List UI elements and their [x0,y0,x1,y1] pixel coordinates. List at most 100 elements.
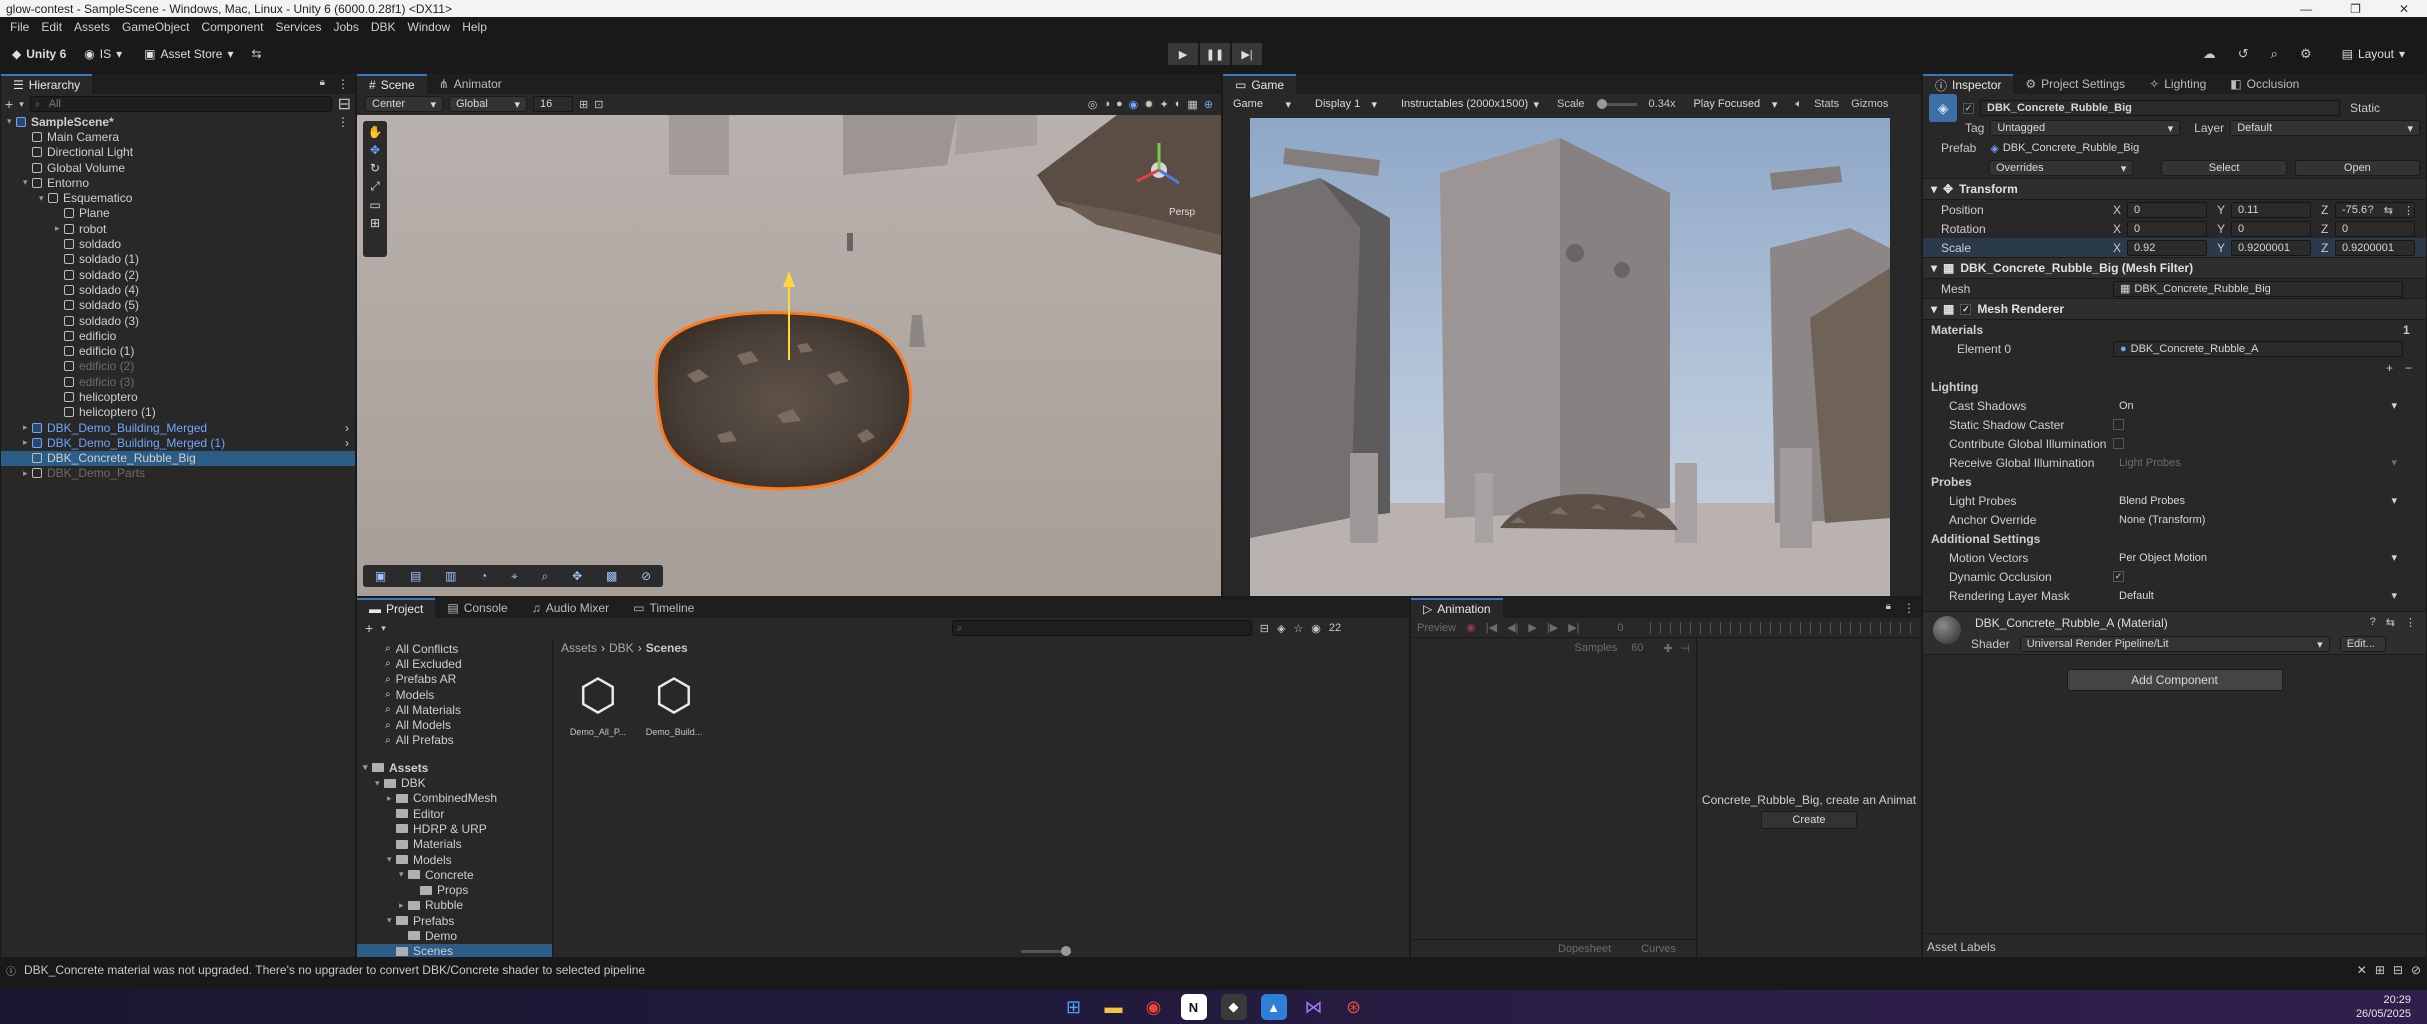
edit-shader-button[interactable]: Edit... [2339,636,2386,652]
rotate-tool-icon[interactable]: ↻ [370,161,380,175]
menu-assets[interactable]: Assets [68,20,116,34]
menu-jobs[interactable]: Jobs [327,20,364,34]
folder-tree-item[interactable]: ▾ Models [357,852,552,867]
hierarchy-item[interactable]: ▸ DBK_Demo_Parts [1,466,355,481]
remove-element-icon[interactable]: − [2405,361,2412,375]
breadcrumb-assets[interactable]: Assets [561,641,597,655]
select-prefab-button[interactable]: Select [2161,160,2287,176]
tab-occlusion[interactable]: ◧ Occlusion [2218,74,2311,94]
contribute-gi-checkbox[interactable] [2113,438,2124,449]
overlay-tool-8-icon[interactable]: ▩ [606,569,617,583]
gizmos-button[interactable]: Gizmos [1851,98,1888,110]
last-keyframe-icon[interactable]: ▶| [1568,621,1579,634]
rotation-z-field[interactable]: 0 [2335,220,2415,237]
folder-tree-item[interactable]: HDRP & URP [357,821,552,836]
fold-arrow-icon[interactable]: ▾ [387,915,396,926]
favorite-item[interactable]: ⌕ Models [357,687,552,702]
menu-edit[interactable]: Edit [35,20,68,34]
dynamic-occlusion-checkbox[interactable]: ✓ [2113,571,2124,582]
light-probes-dropdown[interactable]: Blend Probes ▾ [2113,493,2403,509]
scale-y-field[interactable]: 0.9200001 [2231,239,2311,256]
hierarchy-item[interactable]: ▾ Esquematico [1,190,355,205]
scale-z-field[interactable]: 0.9200001 [2335,239,2415,256]
play-button[interactable]: ▶ [1168,43,1198,65]
game-viewport[interactable] [1250,118,1890,596]
preset-icon[interactable]: ⇆ [2384,204,2393,217]
camera-settings-icon[interactable]: ▦ [1187,98,1197,111]
fold-arrow-icon[interactable]: ▾ [39,193,48,204]
save-search-icon[interactable]: ☆ [1293,622,1303,635]
tab-console[interactable]: ▤ Console [435,598,519,618]
breadcrumb-dbk[interactable]: DBK [609,641,634,655]
fold-arrow-icon[interactable]: ▾ [23,177,32,188]
breadcrumb-scenes[interactable]: Scenes [646,641,688,655]
fold-arrow-icon[interactable]: ▸ [387,793,396,804]
folder-tree-item[interactable]: Materials [357,837,552,852]
additional-settings-group[interactable]: Additional Settings [1923,529,2426,548]
display-dropdown[interactable]: Display 1 ▾ [1309,96,1383,112]
rect-tool-icon[interactable]: ▭ [369,198,380,212]
photos-icon[interactable]: ▲ [1260,994,1287,1020]
settings-icon[interactable]: ⚙ [2300,46,2312,62]
prev-keyframe-icon[interactable]: ◀| [1507,621,1518,634]
hierarchy-search-input[interactable]: ⌕ All [29,96,332,112]
recording-app-icon[interactable]: ⊛ [1341,994,1367,1020]
menu-dbk[interactable]: DBK [365,20,402,34]
hierarchy-item[interactable]: soldado (1) [1,252,355,267]
help-icon[interactable]: ? [2368,204,2374,217]
search-by-label-icon[interactable]: ◈ [1277,622,1285,635]
preview-toggle[interactable]: Preview [1417,622,1456,634]
collab-icon[interactable]: ☁ [2203,46,2216,62]
folder-tree-item[interactable]: ▾ Concrete [357,867,552,882]
asset-store-button[interactable]: ▣ Asset Store ▾ [136,43,241,65]
position-y-field[interactable]: 0.11 [2231,201,2311,218]
unity-hub-icon[interactable]: ◆ [1220,994,1247,1020]
grid-size-field[interactable]: 16 [533,96,573,112]
overlay-tool-7-icon[interactable]: ✥ [572,569,582,583]
timeline-ruler[interactable] [1649,621,1915,634]
menu-services[interactable]: Services [269,20,327,34]
tab-animation[interactable]: ▷ Animation [1411,598,1503,618]
layout-dropdown[interactable]: ▤ Layout ▾ [2334,43,2413,65]
tab-timeline[interactable]: ▭ Timeline [621,598,706,618]
mesh-filter-header[interactable]: ▾ ▦ DBK_Concrete_Rubble_Big (Mesh Filter) [1923,257,2426,279]
project-search-input[interactable]: ⌕ [951,620,1252,636]
first-keyframe-icon[interactable]: |◀ [1486,621,1497,634]
windows-start-icon[interactable]: ⊞ [1061,994,1087,1020]
tab-inspector[interactable]: ⓘ Inspector [1923,74,2014,94]
hierarchy-item[interactable]: soldado (5) [1,298,355,313]
cast-shadows-dropdown[interactable]: On ▾ [2113,398,2403,414]
open-prefab-button[interactable]: Open [2294,160,2420,176]
layer-dropdown[interactable]: Default ▾ [2230,120,2420,136]
fold-arrow-icon[interactable]: ▸ [23,422,32,433]
fold-arrow-icon[interactable]: ▾ [399,869,408,880]
tab-project-settings[interactable]: ⚙ Project Settings [2013,74,2137,94]
minimize-icon[interactable]: — [2300,2,2312,16]
more-menu-icon[interactable]: ⋮ [337,115,349,129]
hierarchy-item[interactable]: soldado [1,236,355,251]
next-keyframe-icon[interactable]: |▶ [1547,621,1558,634]
tab-project[interactable]: ▬ Project [357,598,436,618]
history-icon[interactable]: ↺ [2238,46,2249,62]
folder-tree-item[interactable]: ▾ Prefabs [357,913,552,928]
user-button[interactable]: ◉ IS ▾ [76,43,130,65]
maximize-icon[interactable]: ❐ [2350,2,2361,16]
folder-tree-item[interactable]: ▸ Rubble [357,898,552,913]
status-message[interactable]: DBK_Concrete material was not upgraded. … [24,963,645,977]
debug-icon[interactable]: ⊘ [2411,963,2421,977]
overlay-tool-6-icon[interactable]: ⌕ [542,569,549,584]
transform-header[interactable]: ▾ ✥ Transform [1923,178,2426,200]
menu-window[interactable]: Window [402,20,457,34]
search-icon[interactable]: ⌕ [2271,46,2278,62]
game-mode-dropdown[interactable]: Game ▾ [1227,96,1297,112]
folder-tree-item[interactable]: ▸ CombinedMesh [357,791,552,806]
favorite-item[interactable]: ⌕ All Materials [357,702,552,717]
tab-lighting[interactable]: ✧ Lighting [2137,74,2218,94]
hierarchy-item[interactable]: helicoptero (1) [1,405,355,420]
version-control-icon[interactable]: ⇆ [252,47,262,61]
visibility-icon[interactable]: ◐ [1175,98,1182,110]
lighting-toggle-icon[interactable]: ✹ [1144,98,1153,111]
hierarchy-item[interactable]: edificio (2) [1,359,355,374]
overlay-tool-3-icon[interactable]: ▥ [445,569,456,583]
account-button[interactable]: ◆ Unity 6 [4,43,74,65]
